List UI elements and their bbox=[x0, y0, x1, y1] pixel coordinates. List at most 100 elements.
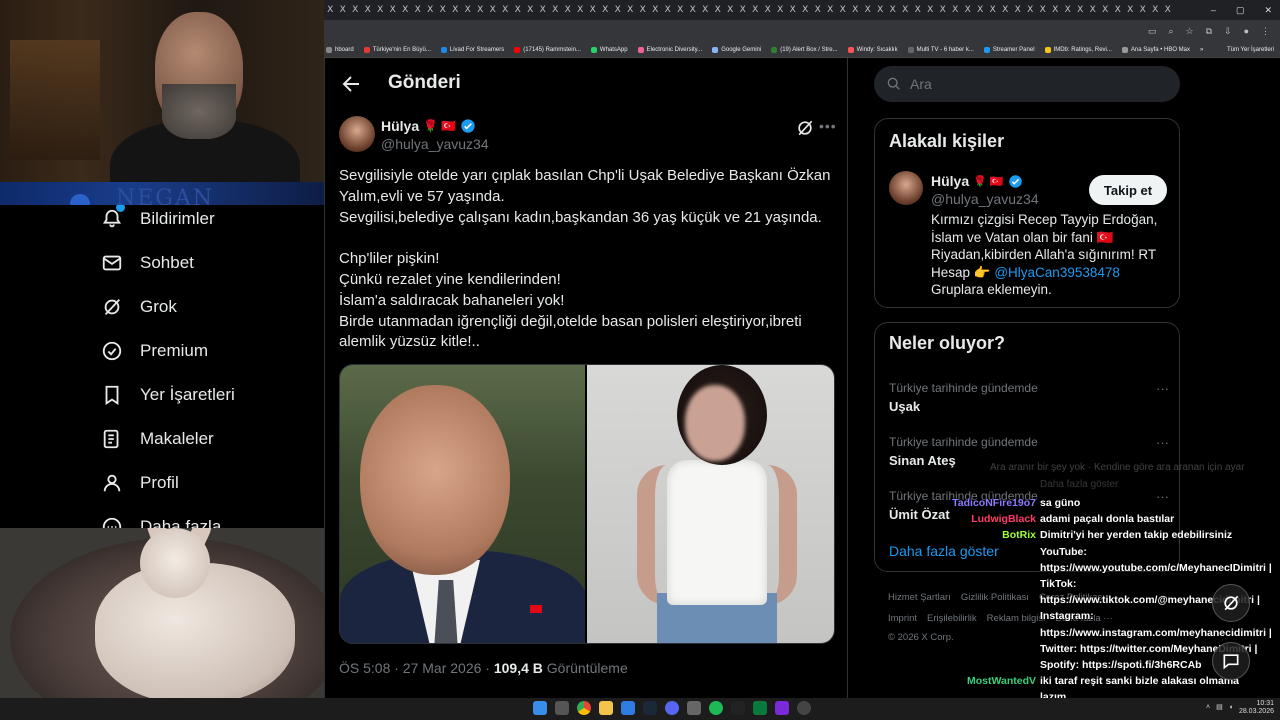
browser-tab[interactable]: X bbox=[799, 0, 812, 20]
browser-tab[interactable]: X bbox=[1137, 0, 1150, 20]
extensions-icon[interactable]: ⧉ bbox=[1206, 26, 1212, 37]
browser-tab[interactable]: X bbox=[837, 0, 850, 20]
post-author[interactable]: Hülya 🌹 🇹🇷 bbox=[381, 118, 476, 134]
related-handle[interactable]: @hulya_yavuz34 bbox=[931, 191, 1039, 207]
browser-tab[interactable]: X bbox=[1087, 0, 1100, 20]
browser-tab[interactable]: X bbox=[1012, 0, 1025, 20]
browser-tab[interactable]: X bbox=[962, 0, 975, 20]
sidebar-item-sohbet[interactable]: Sohbet bbox=[100, 251, 194, 275]
browser-tab[interactable]: X bbox=[899, 0, 912, 20]
epic-icon[interactable] bbox=[731, 701, 745, 715]
browser-tab[interactable]: X bbox=[537, 0, 550, 20]
browser-tab[interactable]: X bbox=[599, 0, 612, 20]
browser-tab[interactable]: X bbox=[624, 0, 637, 20]
browser-tab[interactable]: X bbox=[449, 0, 462, 20]
bookmark-item[interactable]: Multi TV - 6 haber k... bbox=[907, 46, 974, 53]
browser-tab[interactable]: X bbox=[762, 0, 775, 20]
browser-tab[interactable]: X bbox=[749, 0, 762, 20]
browser-tab[interactable]: X bbox=[487, 0, 500, 20]
bookmark-item[interactable]: Electronic Diversity... bbox=[637, 46, 702, 53]
browser-tab[interactable]: X bbox=[674, 0, 687, 20]
browser-tab[interactable]: X bbox=[424, 0, 437, 20]
browser-tab[interactable]: X bbox=[862, 0, 875, 20]
browser-tab[interactable]: X bbox=[349, 0, 362, 20]
chat-username[interactable] bbox=[940, 544, 1040, 560]
browser-tab[interactable]: X bbox=[362, 0, 375, 20]
close-window-button[interactable]: ✕ bbox=[1264, 5, 1272, 16]
menu-icon[interactable]: ⋮ bbox=[1261, 26, 1270, 37]
more-options-icon[interactable]: ··· bbox=[1156, 435, 1169, 450]
post-image-woman[interactable] bbox=[587, 365, 834, 643]
browser-tab[interactable]: X bbox=[874, 0, 887, 20]
sidebar-item-profil[interactable]: Profil bbox=[100, 471, 179, 495]
browser-tab[interactable]: X bbox=[574, 0, 587, 20]
related-name-text[interactable]: Hülya bbox=[931, 173, 969, 189]
sidebar-item-yer-i-aretleri[interactable]: Yer İşaretleri bbox=[100, 383, 235, 407]
more-options-icon[interactable]: ··· bbox=[1156, 381, 1169, 396]
browser-tab[interactable]: X bbox=[1112, 0, 1125, 20]
browser-tab[interactable]: X bbox=[724, 0, 737, 20]
more-options-icon[interactable]: ••• bbox=[819, 118, 839, 138]
browser-tab[interactable]: X bbox=[999, 0, 1012, 20]
post-media[interactable] bbox=[339, 364, 835, 644]
all-bookmarks-button[interactable]: Tüm Yer İşaretleri bbox=[1227, 47, 1280, 53]
browser-tab[interactable]: X bbox=[974, 0, 987, 20]
bookmark-item[interactable]: (19) Alert Box / Stre... bbox=[771, 46, 838, 53]
related-name[interactable]: Hülya 🌹 🇹🇷 bbox=[931, 173, 1023, 189]
bookmark-item[interactable]: Ana Sayfa • HBO Max bbox=[1121, 46, 1190, 53]
trend-topic[interactable]: Uşak bbox=[889, 399, 1169, 414]
windows-start-icon[interactable] bbox=[533, 701, 547, 715]
messages-fab-icon[interactable] bbox=[1212, 642, 1250, 680]
chat-username[interactable] bbox=[940, 657, 1040, 673]
bookmark-item[interactable]: (17145) Rammstein... bbox=[514, 46, 581, 53]
trend-item[interactable]: Türkiye tarihinde gündemde Uşak ··· bbox=[889, 381, 1169, 414]
browser-tab[interactable]: X bbox=[774, 0, 787, 20]
browser-tab[interactable]: X bbox=[812, 0, 825, 20]
browser-tab[interactable]: X bbox=[399, 0, 412, 20]
browser-tab[interactable]: X bbox=[549, 0, 562, 20]
post-image-man[interactable] bbox=[340, 365, 586, 643]
chat-username[interactable]: BotRix bbox=[940, 527, 1040, 543]
browser-tab[interactable]: X bbox=[887, 0, 900, 20]
bookmark-item[interactable]: Streamer Panel bbox=[983, 46, 1035, 53]
discord-icon[interactable] bbox=[665, 701, 679, 715]
chat-username[interactable] bbox=[940, 576, 1040, 592]
grok-fab-icon[interactable] bbox=[1212, 584, 1250, 622]
bookmark-item[interactable]: hboard bbox=[326, 46, 354, 53]
browser-tab[interactable]: X bbox=[387, 0, 400, 20]
search-icon[interactable] bbox=[555, 701, 569, 715]
browser-tab[interactable]: X bbox=[1074, 0, 1087, 20]
download-icon[interactable]: ⇩ bbox=[1224, 26, 1232, 37]
network-icon[interactable]: ▤ bbox=[1216, 704, 1223, 712]
browser-tab[interactable]: X bbox=[337, 0, 350, 20]
bookmark-item[interactable]: Google Gemini bbox=[712, 46, 761, 53]
app-icon[interactable] bbox=[687, 701, 701, 715]
follow-button[interactable]: Takip et bbox=[1089, 175, 1167, 205]
browser-tab[interactable]: X bbox=[712, 0, 725, 20]
tray-chevron-icon[interactable]: ˄ bbox=[1206, 704, 1210, 712]
browser-tab[interactable]: X bbox=[462, 0, 475, 20]
minimize-button[interactable]: – bbox=[1211, 5, 1216, 15]
author-name[interactable]: Hülya bbox=[381, 118, 419, 134]
browser-tab[interactable]: X bbox=[924, 0, 937, 20]
bookmark-item[interactable]: WhatsApp bbox=[590, 46, 628, 53]
browser-tab[interactable]: X bbox=[1037, 0, 1050, 20]
bookmark-item[interactable]: Türkiye'nin En Büyü... bbox=[363, 46, 431, 53]
browser-tab[interactable]: X bbox=[374, 0, 387, 20]
author-handle[interactable]: @hulya_yavuz34 bbox=[381, 136, 489, 152]
avatar[interactable] bbox=[889, 171, 923, 205]
browser-tab[interactable]: X bbox=[687, 0, 700, 20]
app-icon[interactable] bbox=[775, 701, 789, 715]
browser-tab[interactable]: X bbox=[324, 0, 337, 20]
sidebar-item-makaleler[interactable]: Makaleler bbox=[100, 427, 214, 451]
browser-tab[interactable]: X bbox=[637, 0, 650, 20]
spotify-icon[interactable] bbox=[709, 701, 723, 715]
maximize-button[interactable]: ▢ bbox=[1236, 5, 1245, 16]
app-icon[interactable] bbox=[621, 701, 635, 715]
avatar[interactable] bbox=[339, 116, 375, 152]
browser-tab[interactable]: X bbox=[662, 0, 675, 20]
browser-tab[interactable]: X bbox=[949, 0, 962, 20]
volume-icon[interactable]: ◖ bbox=[1229, 704, 1233, 712]
browser-tab[interactable]: X bbox=[499, 0, 512, 20]
zoom-icon[interactable]: ⌕ bbox=[1168, 26, 1173, 37]
